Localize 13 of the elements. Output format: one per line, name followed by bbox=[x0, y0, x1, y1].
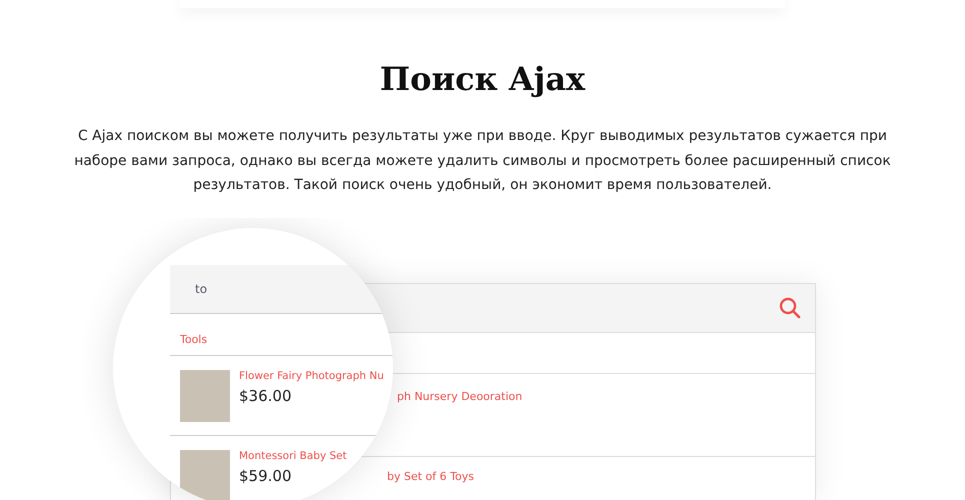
page-title: Поиск Ajax bbox=[378, 60, 586, 98]
photo-placeholder bbox=[180, 450, 230, 500]
search-input[interactable]: to bbox=[195, 280, 295, 298]
result-price: $36.00 bbox=[239, 386, 292, 408]
result-price: $59.00 bbox=[239, 466, 292, 488]
result-title[interactable]: ph Nursery Deooration bbox=[397, 390, 522, 403]
result-title[interactable]: Flower Fairy Photograph Nu bbox=[239, 370, 384, 382]
search-icon[interactable] bbox=[779, 296, 801, 319]
result-title[interactable]: Montessori Baby Set bbox=[239, 450, 347, 462]
category-link[interactable]: Tools bbox=[180, 332, 208, 346]
result-title[interactable]: by Set of 6 Toys bbox=[387, 470, 474, 483]
photo-placeholder bbox=[180, 370, 230, 422]
description-text: С Ajax поиском вы можете получить результаты уже при вводе. Круг выводимых результатов сужается при наборе вами запроса, однако вы всегда можете удалить символы и просмотреть более расширенный список результатов. Такой поиск очень удобный, он экономит время пользователей. bbox=[73, 127, 892, 196]
